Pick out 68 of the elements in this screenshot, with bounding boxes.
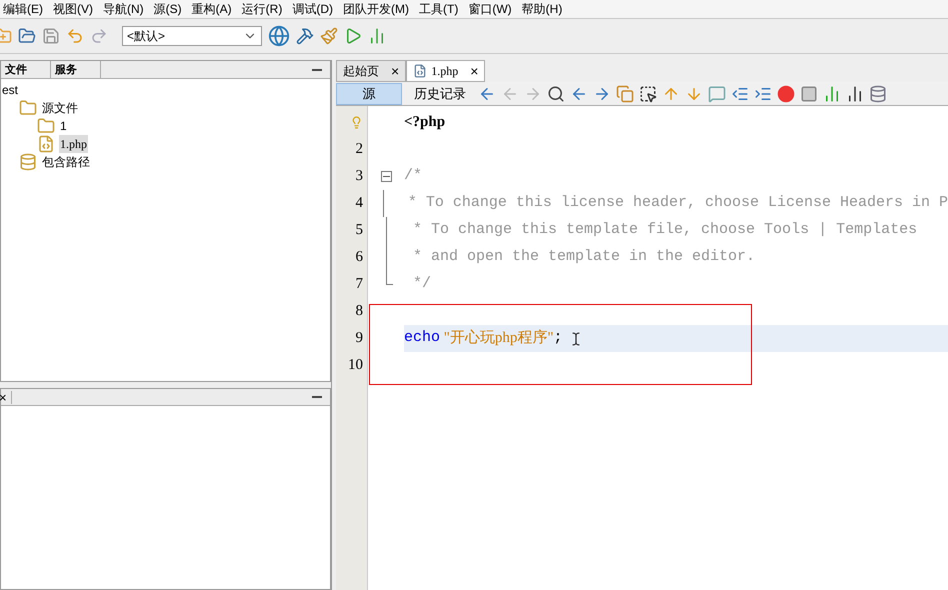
copy-icon[interactable] [616, 84, 634, 102]
folder-icon [37, 117, 55, 135]
tree-item[interactable]: 1 [59, 117, 68, 135]
line-number: 4 [356, 194, 363, 214]
line-number: 5 [356, 221, 363, 240]
undo-icon[interactable] [66, 27, 84, 45]
editor-tab[interactable]: 起始页 × [336, 60, 406, 82]
code-line: <?php [404, 113, 446, 132]
fold-end [386, 271, 392, 285]
line-number: 7 [356, 275, 363, 294]
line-number: 10 [348, 356, 363, 376]
menu-item[interactable]: 调试(D) [287, 3, 338, 15]
panel-tab[interactable]: 服务 [51, 61, 101, 78]
hammer-icon[interactable] [296, 27, 314, 45]
minimize-icon[interactable] [312, 68, 322, 70]
tree-item[interactable]: est [1, 81, 20, 99]
line-number: 6 [356, 248, 363, 268]
config-dropdown[interactable]: <默认> [122, 26, 262, 46]
stop-icon[interactable] [800, 84, 818, 102]
save-icon[interactable] [42, 27, 60, 45]
line-number: 9 [356, 329, 363, 348]
line-number: 8 [356, 302, 363, 322]
menu-item[interactable]: 视图(V) [48, 3, 98, 15]
code-line: * To change this template file, choose Tools | Templates [412, 220, 918, 240]
fold-toggle[interactable] [380, 171, 392, 182]
close-button[interactable]: × [470, 64, 478, 78]
database-icon[interactable] [869, 84, 887, 102]
code-line: * To change this license header, choose License Headers in P [406, 193, 948, 214]
tree-item[interactable]: 1.php [59, 135, 88, 153]
globe-icon[interactable] [268, 25, 290, 47]
chart-icon[interactable] [823, 84, 841, 102]
bars-icon[interactable] [846, 84, 864, 102]
search-icon[interactable] [547, 84, 565, 102]
line-number: 3 [356, 167, 363, 186]
lightbulb-icon[interactable] [350, 116, 363, 129]
folder-icon [19, 99, 37, 117]
tree-item[interactable]: 源文件 [41, 99, 79, 117]
code-line: */ [412, 274, 432, 294]
menu-item[interactable]: 工具(T) [414, 3, 464, 15]
folder-icon[interactable] [18, 27, 36, 45]
code-line: /* [404, 166, 422, 186]
menu-item[interactable]: 编辑(E) [0, 3, 48, 15]
code-line: echo "开心玩php程序"; [404, 325, 583, 352]
line-number: 2 [356, 140, 363, 160]
view-tab[interactable]: 源 [336, 82, 402, 104]
panel-tab[interactable]: 文件 [1, 61, 51, 78]
fold-line [382, 190, 384, 217]
menu-item[interactable]: 源(S) [148, 3, 187, 15]
editor-tab[interactable]: 1.php × [406, 60, 486, 82]
menu-item[interactable]: 运行(R) [236, 3, 288, 15]
code-line: * and open the template in the editor. [412, 247, 756, 268]
close-button[interactable]: × [0, 390, 12, 404]
run-icon[interactable] [344, 27, 362, 45]
redo-icon[interactable] [90, 27, 108, 45]
menu-item[interactable]: 团队开发(M) [338, 3, 414, 15]
menu-item[interactable]: 重构(A) [186, 3, 237, 15]
menu-item[interactable]: 帮助(H) [516, 3, 568, 15]
view-tab[interactable]: 历史记录 [407, 82, 473, 104]
close-button[interactable]: × [391, 64, 400, 78]
file-icon [37, 135, 55, 153]
brush-icon[interactable] [320, 27, 338, 45]
database-icon [19, 153, 37, 171]
menu-item[interactable]: 导航(N) [98, 3, 149, 15]
selection-icon[interactable] [639, 84, 657, 102]
file-icon [413, 64, 428, 78]
menu-item[interactable]: 窗口(W) [463, 3, 517, 15]
tree-item[interactable]: 包含路径 [41, 153, 91, 171]
record-icon[interactable] [777, 84, 795, 102]
